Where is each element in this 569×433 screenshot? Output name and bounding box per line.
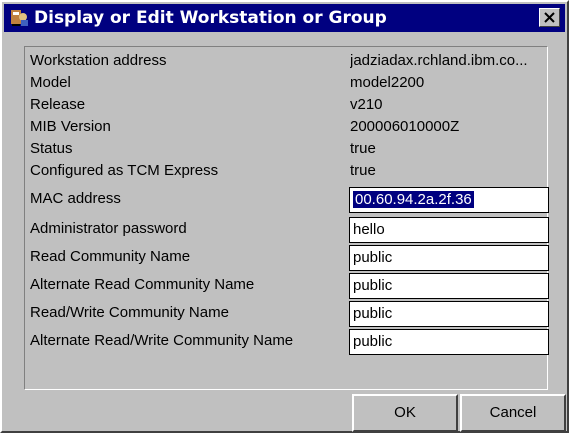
- info-value: jadziadax.rchland.ibm.co...: [350, 52, 528, 69]
- info-value: true: [350, 140, 376, 157]
- field-row-alt-read-community: Alternate Read Community Name public: [30, 273, 549, 299]
- cancel-button[interactable]: Cancel: [460, 394, 566, 432]
- info-value: 200006010000Z: [350, 118, 460, 135]
- field-row-mac-address: MAC address 00.60.94.2a.2f.36: [30, 187, 549, 213]
- info-label: Release: [30, 96, 86, 113]
- info-label: MIB Version: [30, 118, 111, 135]
- info-row-tcm-express: Configured as TCM Express true: [30, 159, 544, 183]
- field-label: MAC address: [30, 190, 121, 207]
- ok-button[interactable]: OK: [352, 394, 458, 432]
- info-value: model2200: [350, 74, 425, 91]
- field-row-admin-password: Administrator password hello: [30, 217, 549, 243]
- dialog-window: Display or Edit Workstation or Group Wor…: [0, 0, 569, 433]
- field-row-read-community: Read Community Name public: [30, 245, 549, 271]
- info-value: true: [350, 162, 376, 179]
- alt-readwrite-community-field[interactable]: public: [349, 329, 549, 355]
- field-label: Alternate Read Community Name: [30, 276, 255, 293]
- mac-address-value: 00.60.94.2a.2f.36: [353, 191, 474, 208]
- info-value: v210: [350, 96, 383, 113]
- info-row-model: Model model2200: [30, 71, 544, 95]
- close-icon: [544, 12, 555, 23]
- info-label: Configured as TCM Express: [30, 162, 219, 179]
- title-bar[interactable]: Display or Edit Workstation or Group: [4, 4, 565, 32]
- alt-read-community-field[interactable]: public: [349, 273, 549, 299]
- field-row-readwrite-community: Read/Write Community Name public: [30, 301, 549, 327]
- info-label: Status: [30, 140, 73, 157]
- field-label: Alternate Read/Write Community Name: [30, 332, 294, 349]
- read-community-field[interactable]: public: [349, 245, 549, 271]
- info-label: Model: [30, 74, 71, 91]
- info-row-workstation-address: Workstation address jadziadax.rchland.ib…: [30, 49, 544, 73]
- info-row-release: Release v210: [30, 93, 544, 117]
- readwrite-community-field[interactable]: public: [349, 301, 549, 327]
- field-row-alt-readwrite-community: Alternate Read/Write Community Name publ…: [30, 329, 549, 355]
- properties-panel: Workstation address jadziadax.rchland.ib…: [24, 46, 549, 390]
- info-row-mib-version: MIB Version 200006010000Z: [30, 115, 544, 139]
- field-label: Read/Write Community Name: [30, 304, 229, 321]
- close-button[interactable]: [539, 8, 560, 27]
- admin-password-field[interactable]: hello: [349, 217, 549, 243]
- field-label: Read Community Name: [30, 248, 191, 265]
- field-label: Administrator password: [30, 220, 187, 237]
- app-icon: [10, 8, 30, 28]
- info-row-status: Status true: [30, 137, 544, 161]
- window-title: Display or Edit Workstation or Group: [34, 8, 387, 28]
- info-label: Workstation address: [30, 52, 167, 69]
- mac-address-field[interactable]: 00.60.94.2a.2f.36: [349, 187, 549, 213]
